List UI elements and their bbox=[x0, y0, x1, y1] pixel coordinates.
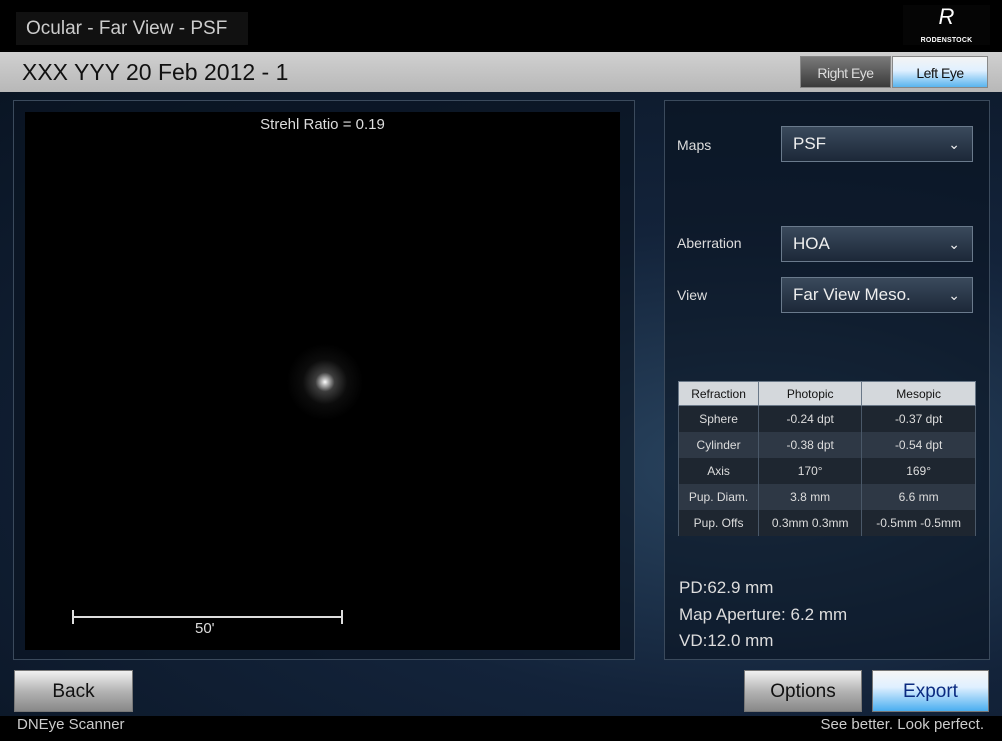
table-cell: Pup. Offs bbox=[677, 509, 760, 536]
footer: DNEye Scanner See better. Look perfect. bbox=[0, 716, 1002, 741]
table-cell: -0.24 dpt bbox=[758, 405, 863, 432]
table-cell: Cylinder bbox=[677, 431, 760, 458]
chevron-down-icon: ⌄ bbox=[948, 287, 960, 303]
aberration-label: Aberration bbox=[677, 235, 742, 251]
right-eye-button[interactable]: Right Eye bbox=[800, 56, 891, 88]
psf-spot bbox=[280, 337, 370, 427]
table-cell: -0.38 dpt bbox=[758, 431, 863, 458]
view-label: View bbox=[677, 287, 708, 303]
table-row: Sphere -0.24 dpt -0.37 dpt bbox=[677, 405, 976, 432]
maps-label: Maps bbox=[677, 137, 712, 153]
table-cell: Sphere bbox=[677, 405, 760, 432]
table-row: Pup. Diam. 3.8 mm 6.6 mm bbox=[677, 483, 976, 510]
column-header: Mesopic bbox=[861, 381, 976, 406]
options-button[interactable]: Options bbox=[744, 670, 862, 712]
table-cell: -0.37 dpt bbox=[861, 405, 976, 432]
left-eye-button[interactable]: Left Eye bbox=[892, 56, 988, 88]
vd-value: VD:12.0 mm bbox=[679, 631, 774, 650]
pd-value: PD:62.9 mm bbox=[679, 578, 774, 597]
maps-value: PSF bbox=[793, 134, 827, 153]
strehl-ratio: Strehl Ratio = 0.19 bbox=[260, 116, 385, 133]
table-cell: 169° bbox=[861, 457, 976, 484]
table-cell: -0.54 dpt bbox=[861, 431, 976, 458]
rodenstock-logo: R RODENSTOCK bbox=[903, 5, 990, 45]
maps-dropdown[interactable]: PSF ⌄ bbox=[781, 126, 973, 162]
patient-name: XXX YYY 20 Feb 2012 - 1 bbox=[22, 59, 289, 85]
map-aperture: Map Aperture: 6.2 mm bbox=[679, 605, 848, 624]
table-cell: Pup. Diam. bbox=[677, 483, 760, 510]
chevron-down-icon: ⌄ bbox=[948, 136, 960, 152]
table-row: Cylinder -0.38 dpt -0.54 dpt bbox=[677, 431, 976, 458]
table-cell: 6.6 mm bbox=[861, 483, 976, 510]
scale-bar bbox=[73, 616, 343, 618]
table-cell: -0.5mm -0.5mm bbox=[861, 509, 976, 536]
table-cell: 3.8 mm bbox=[758, 483, 863, 510]
aberration-value: HOA bbox=[793, 234, 830, 253]
tagline: See better. Look perfect. bbox=[820, 716, 984, 733]
app-name: DNEye Scanner bbox=[17, 716, 125, 733]
table-cell: 170° bbox=[758, 457, 863, 484]
aberration-dropdown[interactable]: HOA ⌄ bbox=[781, 226, 973, 262]
view-dropdown[interactable]: Far View Meso. ⌄ bbox=[781, 277, 973, 313]
chevron-down-icon: ⌄ bbox=[948, 236, 960, 252]
window-title: Ocular - Far View - PSF bbox=[16, 12, 248, 45]
table-cell: 0.3mm 0.3mm bbox=[758, 509, 863, 536]
refraction-table: Refraction Photopic Mesopic Sphere -0.24 … bbox=[677, 381, 976, 536]
scale-tick bbox=[341, 610, 343, 624]
back-button[interactable]: Back bbox=[14, 670, 133, 712]
settings-panel bbox=[664, 100, 990, 660]
scale-label: 50' bbox=[195, 620, 215, 637]
table-row: Axis 170° 169° bbox=[677, 457, 976, 484]
table-row: Pup. Offs 0.3mm 0.3mm -0.5mm -0.5mm bbox=[677, 509, 976, 536]
table-cell: Axis bbox=[677, 457, 760, 484]
scale-tick bbox=[72, 610, 74, 624]
column-header: Refraction bbox=[677, 381, 760, 406]
export-button[interactable]: Export bbox=[872, 670, 989, 712]
psf-map: Strehl Ratio = 0.19 50' bbox=[25, 112, 620, 650]
view-value: Far View Meso. bbox=[793, 285, 911, 304]
column-header: Photopic bbox=[758, 381, 863, 406]
